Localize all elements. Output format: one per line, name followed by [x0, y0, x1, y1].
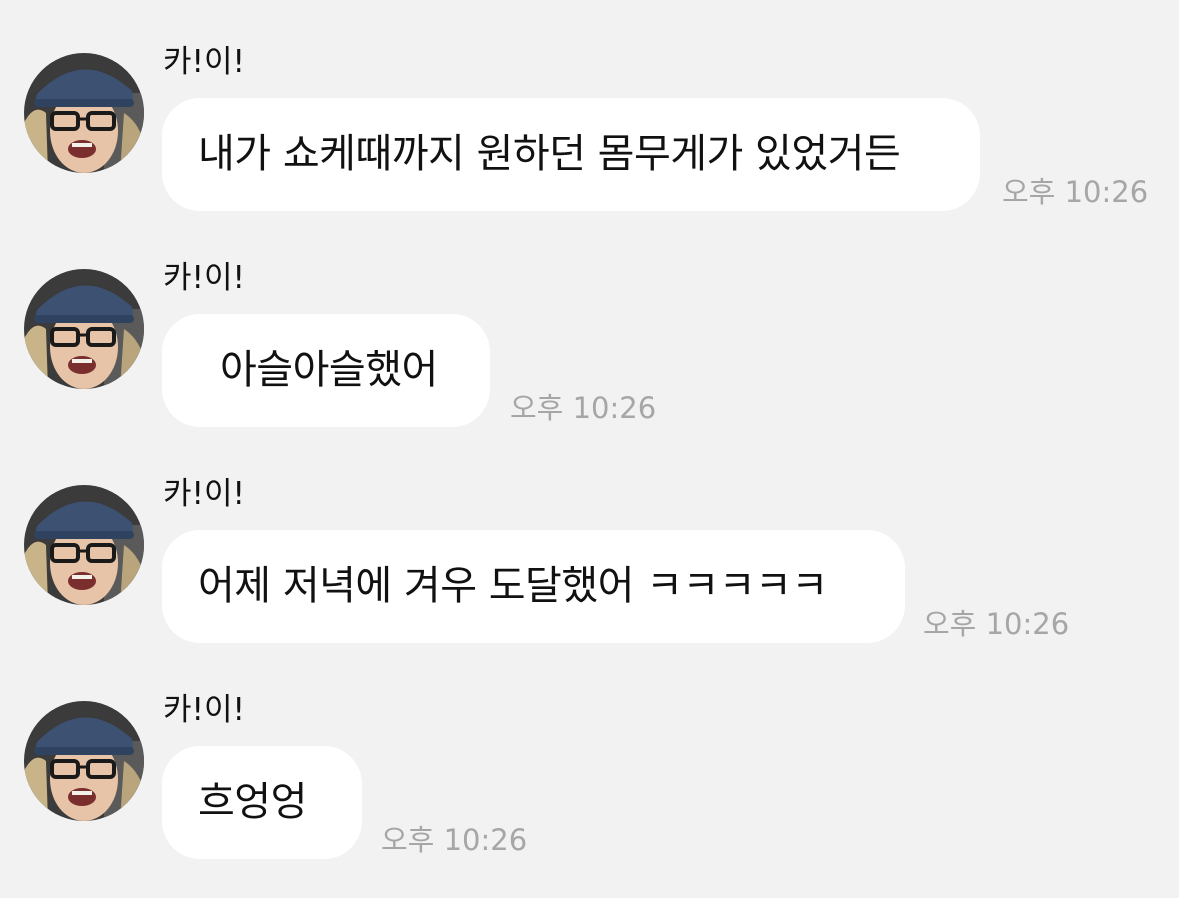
message-timestamp: 오후 10:26 — [510, 391, 657, 425]
avatar[interactable] — [24, 701, 144, 821]
sender-name: 카!이! — [163, 260, 245, 296]
avatar[interactable] — [24, 485, 144, 605]
message-timestamp: 오후 10:26 — [381, 823, 528, 857]
message-bubble[interactable]: 아슬아슬했어 — [162, 314, 490, 427]
message-row: 카!이! 아슬아슬했어 오후 10:26 — [0, 216, 1179, 427]
message-row: 카!이! 어제 저녁에 겨우 도달했어 ㅋㅋㅋㅋㅋ 오후 10:26 — [0, 432, 1179, 643]
avatar[interactable] — [24, 269, 144, 389]
message-text: 어제 저녁에 겨우 도달했어 ㅋㅋㅋㅋㅋ — [198, 563, 828, 609]
sender-name: 카!이! — [163, 476, 245, 512]
message-text: 흐엉엉 — [198, 779, 307, 825]
message-timestamp: 오후 10:26 — [923, 607, 1070, 641]
message-bubble[interactable]: 흐엉엉 — [162, 746, 362, 859]
avatar[interactable] — [24, 53, 144, 173]
sender-name: 카!이! — [163, 44, 245, 80]
message-row: 카!이! 내가 쇼케때까지 원하던 몸무게가 있었거든 오후 10:26 — [0, 0, 1179, 211]
sender-name: 카!이! — [163, 692, 245, 728]
message-text: 아슬아슬했어 — [220, 347, 438, 393]
message-bubble[interactable]: 어제 저녁에 겨우 도달했어 ㅋㅋㅋㅋㅋ — [162, 530, 905, 643]
message-timestamp: 오후 10:26 — [1002, 175, 1149, 209]
message-row: 카!이! 흐엉엉 오후 10:26 — [0, 648, 1179, 859]
message-text: 내가 쇼케때까지 원하던 몸무게가 있었거든 — [198, 131, 901, 177]
message-bubble[interactable]: 내가 쇼케때까지 원하던 몸무게가 있었거든 — [162, 98, 980, 211]
